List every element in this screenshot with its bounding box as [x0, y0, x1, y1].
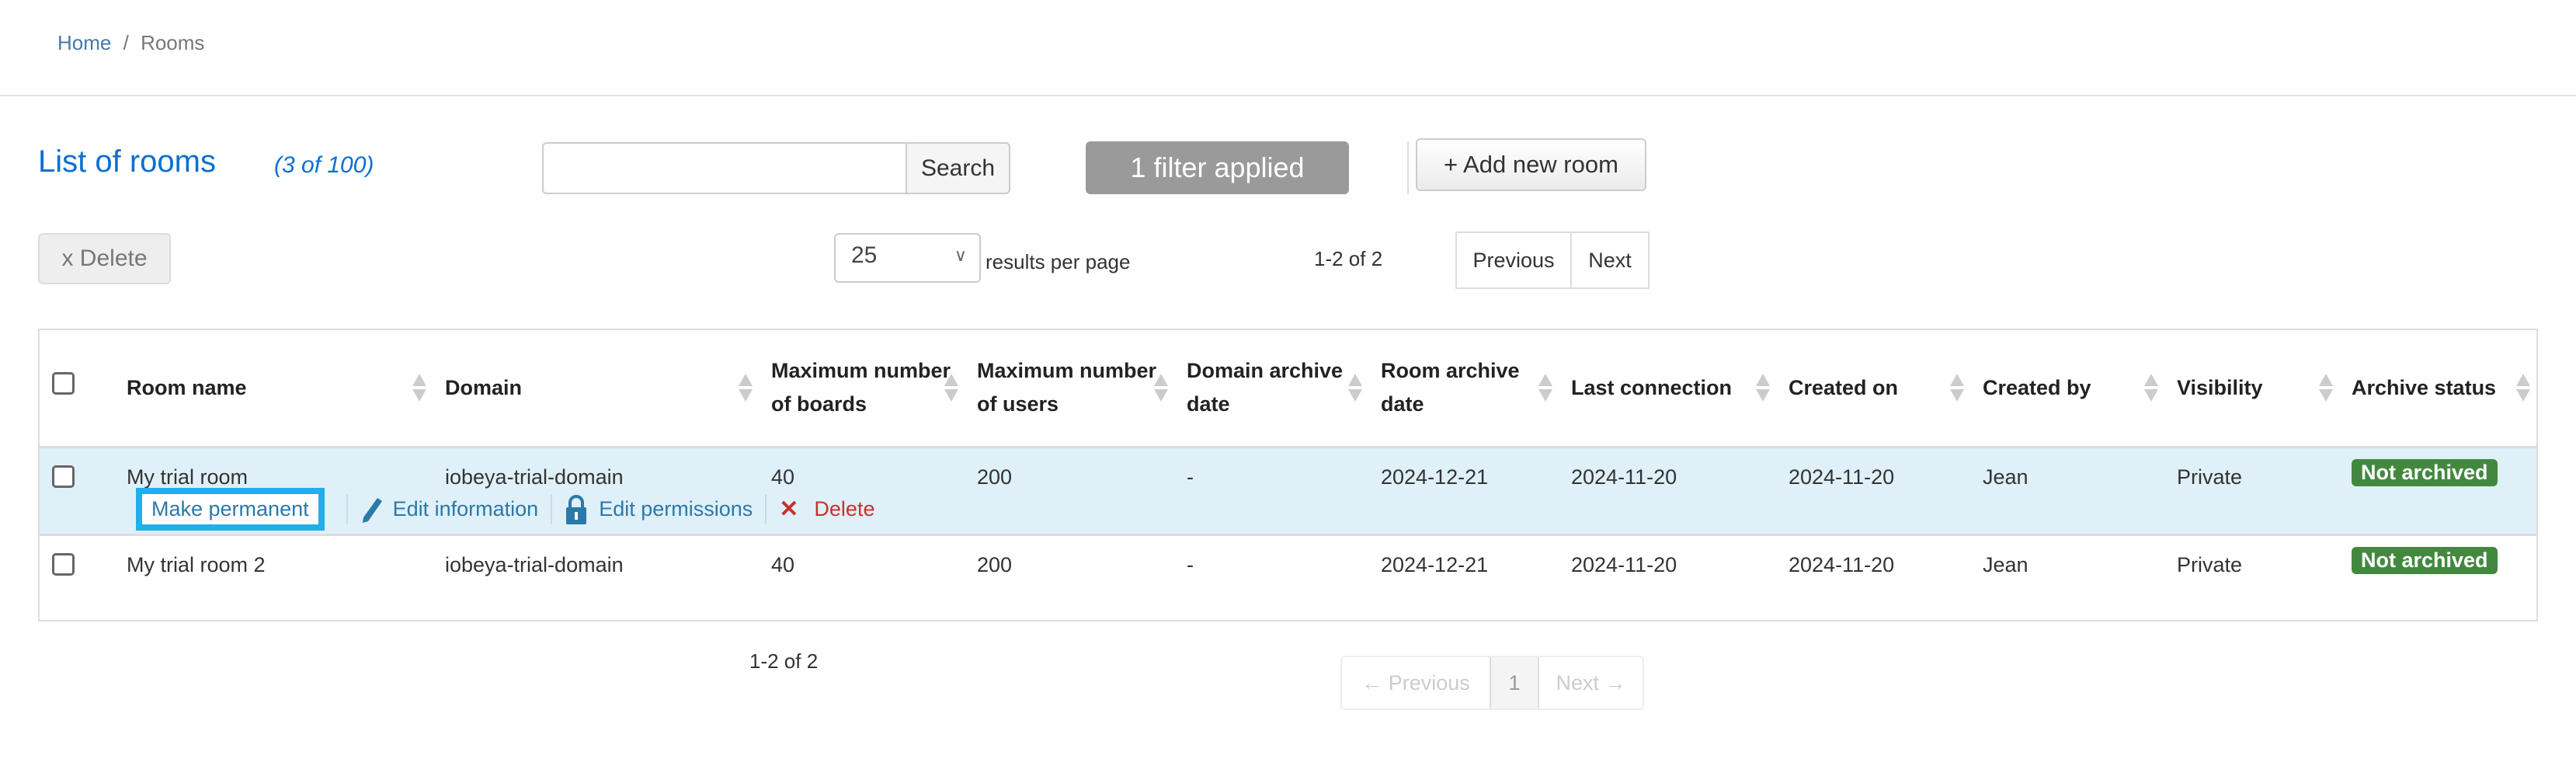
filter-button[interactable]: 1 filter applied [1086, 141, 1349, 194]
close-icon: ✕ [779, 496, 799, 522]
edit-permissions-link[interactable]: Edit permissions [565, 494, 753, 525]
column-room-name[interactable]: Room name [114, 330, 433, 447]
page-title: List of rooms [38, 144, 216, 179]
column-max-users[interactable]: Maximum number of users [965, 330, 1174, 447]
previous-button[interactable]: Previous [1457, 233, 1572, 287]
row-actions: Make permanent Edit information Edit per… [136, 488, 874, 531]
visibility: Private [2164, 533, 2339, 622]
lock-icon [566, 494, 587, 524]
column-label: Maximum number of users [977, 359, 1157, 416]
room-name[interactable]: My trial room 2 [114, 533, 433, 622]
pagination-bottom: ← Previous 1 Next → [1340, 656, 1644, 710]
domain: iobeya-trial-domain [433, 533, 759, 622]
column-label: Room archive date [1381, 359, 1520, 416]
pencil-icon [362, 497, 382, 523]
divider [765, 494, 767, 524]
edit-permissions-label: Edit permissions [599, 497, 753, 521]
sort-icon[interactable] [412, 374, 426, 402]
column-label: Archive status [2352, 375, 2497, 399]
select-all-checkbox[interactable] [52, 371, 75, 395]
column-label: Room name [127, 375, 247, 399]
divider [551, 494, 553, 524]
per-page-select[interactable]: 25 ∨ [834, 233, 981, 283]
domain-archive-date: - [1174, 445, 1368, 534]
column-domain-archive-date[interactable]: Domain archive date [1174, 330, 1368, 447]
rooms-table: Room name Domain Maximum number of board… [38, 329, 2538, 622]
created-on: 2024-11-20 [1776, 533, 1970, 622]
pagination-top: Previous Next [1455, 232, 1650, 289]
page-1-button[interactable]: 1 [1490, 657, 1539, 709]
column-created-by[interactable]: Created by [1970, 330, 2164, 447]
table-row[interactable]: My trial room 2 iobeya-trial-domain 40 2… [40, 533, 2536, 622]
room-archive-date: 2024-12-21 [1368, 445, 1559, 534]
last-connection: 2024-11-20 [1559, 445, 1776, 534]
column-label: Created on [1789, 375, 1899, 399]
column-label: Domain [445, 375, 523, 399]
created-by: Jean [1970, 445, 2164, 534]
previous-button[interactable]: ← Previous [1342, 657, 1490, 709]
column-archive-status[interactable]: Archive status [2339, 330, 2536, 447]
divider [346, 494, 348, 524]
next-button[interactable]: Next [1572, 233, 1648, 287]
column-last-connection[interactable]: Last connection [1559, 330, 1776, 447]
room-count: (3 of 100) [274, 152, 374, 178]
per-page-value: 25 [851, 242, 878, 268]
search-input[interactable] [542, 142, 907, 194]
breadcrumb-separator: / [123, 31, 129, 54]
sort-icon[interactable] [1756, 374, 1770, 402]
row-checkbox[interactable] [52, 465, 75, 488]
column-room-archive-date[interactable]: Room archive date [1368, 330, 1559, 447]
max-boards: 40 [759, 533, 965, 622]
divider [0, 95, 2576, 96]
column-label: Domain archive date [1187, 359, 1344, 416]
column-label: Created by [1983, 375, 2091, 399]
row-checkbox[interactable] [52, 552, 75, 576]
sort-icon[interactable] [1538, 374, 1552, 402]
table-header: Room name Domain Maximum number of board… [40, 330, 2536, 447]
domain-archive-date: - [1174, 533, 1368, 622]
make-permanent-link[interactable]: Make permanent [136, 488, 325, 531]
status-badge: Not archived [2352, 546, 2498, 574]
next-button[interactable]: Next → [1539, 657, 1643, 709]
sort-icon[interactable] [739, 374, 753, 402]
search-button[interactable]: Search [906, 142, 1010, 194]
per-page-label: results per page [986, 250, 1131, 273]
column-label: Last connection [1571, 375, 1733, 399]
max-users: 200 [965, 533, 1174, 622]
delete-label: Delete [814, 497, 875, 521]
breadcrumb-current: Rooms [141, 31, 205, 54]
add-room-button[interactable]: + Add new room [1416, 138, 1646, 191]
column-domain[interactable]: Domain [433, 330, 759, 447]
column-created-on[interactable]: Created on [1776, 330, 1970, 447]
delete-link[interactable]: ✕ Delete [779, 496, 874, 523]
chevron-down-icon: ∨ [954, 245, 967, 265]
result-range-bottom: 1-2 of 2 [749, 649, 819, 673]
breadcrumb-home[interactable]: Home [57, 31, 111, 54]
sort-icon[interactable] [1950, 374, 1964, 402]
created-by: Jean [1970, 533, 2164, 622]
breadcrumb: Home / Rooms [57, 31, 204, 55]
column-max-boards[interactable]: Maximum number of boards [759, 330, 965, 447]
result-range: 1-2 of 2 [1314, 247, 1383, 270]
sort-icon[interactable] [944, 374, 958, 402]
column-visibility[interactable]: Visibility [2164, 330, 2339, 447]
edit-information-label: Edit information [392, 497, 539, 521]
created-on: 2024-11-20 [1776, 445, 1970, 534]
column-label: Maximum number of boards [771, 359, 951, 416]
edit-information-link[interactable]: Edit information [360, 496, 539, 523]
sort-icon[interactable] [2516, 374, 2530, 402]
room-archive-date: 2024-12-21 [1368, 533, 1559, 622]
sort-icon[interactable] [2144, 374, 2158, 402]
visibility: Private [2164, 445, 2339, 534]
divider [1407, 141, 1409, 194]
delete-selected-button[interactable]: x Delete [38, 233, 171, 284]
status-badge: Not archived [2352, 458, 2498, 486]
sort-icon[interactable] [1154, 374, 1168, 402]
sort-icon[interactable] [2319, 374, 2333, 402]
column-label: Visibility [2177, 375, 2263, 399]
sort-icon[interactable] [1348, 374, 1362, 402]
last-connection: 2024-11-20 [1559, 533, 1776, 622]
max-users: 200 [965, 445, 1174, 534]
